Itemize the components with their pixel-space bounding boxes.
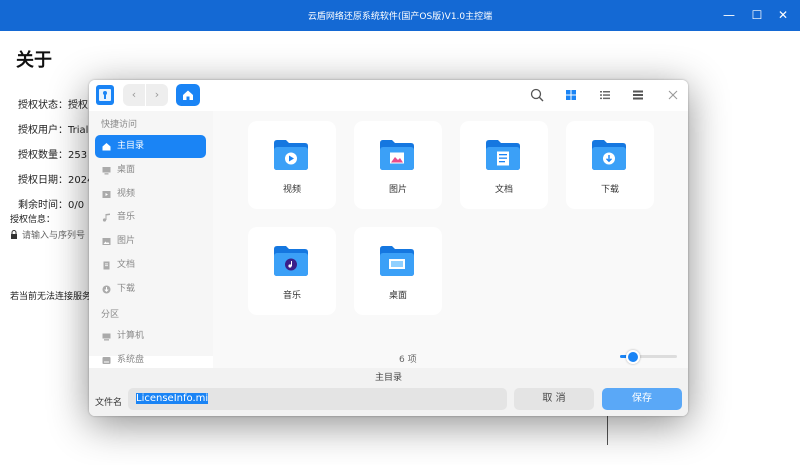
list-view-icon[interactable] [598, 88, 612, 102]
remaining-time: 剩余时间：0/0 [18, 200, 85, 211]
license-date: 授权日期：2024 [18, 175, 94, 186]
folder-documents[interactable]: 文档 [460, 121, 548, 209]
folder-label: 下载 [600, 185, 619, 195]
sidebar: 快捷访问 主目录 桌面 视频 音乐 图片 文档 下载 分区 计算机 系统盘 [89, 111, 213, 365]
window-title: 云盾网络还原系统软件(国产OS版)V1.0主控端 [307, 12, 493, 22]
sidebar-item-label: 文档 [117, 260, 136, 270]
document-folder-icon [486, 140, 520, 170]
dialog-toolbar: ‹ › [89, 80, 688, 111]
picture-folder-icon [380, 140, 414, 170]
filename-label: 文件名 [95, 398, 123, 408]
folder-desktop[interactable]: 桌面 [354, 227, 442, 315]
current-directory: 主目录 [374, 373, 402, 383]
page-title: 关于 [16, 50, 52, 71]
divider [607, 415, 608, 445]
maximize-button[interactable]: ☐ [748, 6, 766, 24]
license-info-label: 授权信息： [10, 215, 56, 225]
desktop-folder-icon [380, 246, 414, 276]
sidebar-item-pictures[interactable]: 图片 [95, 230, 206, 253]
home-button[interactable] [176, 84, 200, 106]
close-icon[interactable] [666, 88, 680, 102]
video-icon [102, 191, 111, 198]
document-icon [103, 261, 110, 270]
music-folder-icon [274, 246, 308, 276]
license-input[interactable]: 请输入与序列号 [10, 228, 96, 244]
license-status: 授权状态：授权 [18, 100, 88, 111]
partitions-header: 分区 [101, 310, 120, 320]
quick-access-header: 快捷访问 [101, 120, 138, 130]
zoom-slider-handle[interactable] [626, 350, 640, 364]
save-button[interactable]: 保存 [602, 388, 682, 410]
status-bar: 6 项 [213, 350, 688, 368]
license-placeholder: 请输入与序列号 [22, 231, 86, 241]
sidebar-item-desktop[interactable]: 桌面 [95, 159, 206, 182]
sidebar-item-label: 桌面 [117, 165, 136, 175]
sidebar-item-label: 下载 [117, 284, 136, 294]
folder-label: 桌面 [388, 291, 407, 301]
title-bar: 云盾网络还原系统软件(国产OS版)V1.0主控端 — ☐ ✕ [0, 0, 800, 31]
minimize-button[interactable]: — [720, 6, 738, 24]
detail-view-icon[interactable] [631, 88, 645, 102]
grid-view-icon[interactable] [564, 88, 578, 102]
search-icon[interactable] [530, 88, 544, 102]
folder-downloads[interactable]: 下载 [566, 121, 654, 209]
filename-input[interactable]: LicenseInfo.mi [128, 388, 507, 410]
sidebar-item-label: 主目录 [117, 141, 145, 151]
folder-label: 图片 [388, 185, 407, 195]
folder-label: 视频 [282, 185, 301, 195]
video-folder-icon [274, 140, 308, 170]
disk-icon [102, 357, 111, 364]
download-icon [102, 285, 111, 294]
lock-icon [11, 230, 17, 239]
home-icon [183, 90, 193, 100]
sidebar-item-label: 图片 [117, 236, 136, 246]
sidebar-item-home[interactable]: 主目录 [95, 135, 206, 158]
save-file-dialog: ‹ › 快捷访问 主目录 桌面 视频 音乐 图片 文档 下载 分区 计算机 系统… [89, 80, 688, 416]
folder-label: 音乐 [282, 291, 301, 301]
dialog-footer: 主目录 文件名 LicenseInfo.mi 取 消 保存 [89, 368, 688, 416]
folder-video[interactable]: 视频 [248, 121, 336, 209]
server-note: 若当前无法连接服务 [10, 292, 92, 302]
sidebar-item-documents[interactable]: 文档 [95, 254, 206, 277]
filename-value: LicenseInfo.mi [136, 393, 209, 404]
folder-label: 文档 [494, 185, 513, 195]
close-button[interactable]: ✕ [774, 6, 792, 24]
sidebar-item-computer[interactable]: 计算机 [95, 325, 206, 348]
music-icon [102, 213, 110, 222]
sidebar-item-label: 系统盘 [117, 355, 145, 365]
computer-icon [102, 333, 111, 341]
folder-music[interactable]: 音乐 [248, 227, 336, 315]
folder-pictures[interactable]: 图片 [354, 121, 442, 209]
picture-icon [102, 238, 111, 245]
sidebar-item-label: 计算机 [117, 331, 145, 341]
desktop-icon [102, 167, 111, 175]
home-icon [102, 143, 111, 151]
sidebar-item-music[interactable]: 音乐 [95, 206, 206, 229]
item-count: 6 项 [399, 355, 417, 365]
sidebar-item-label: 音乐 [117, 212, 136, 222]
forward-button[interactable]: › [146, 84, 168, 106]
sidebar-item-video[interactable]: 视频 [95, 183, 206, 206]
sidebar-item-downloads[interactable]: 下载 [95, 278, 206, 301]
file-view: 视频 图片 文档 下载 音乐 桌面 [213, 111, 688, 356]
sidebar-item-label: 视频 [117, 189, 136, 199]
cancel-button[interactable]: 取 消 [514, 388, 594, 410]
app-icon [96, 85, 114, 105]
back-button[interactable]: ‹ [123, 84, 145, 106]
license-count: 授权数量：253 [18, 150, 88, 161]
license-user: 授权用户：Trial [18, 125, 89, 136]
download-folder-icon [592, 140, 626, 170]
